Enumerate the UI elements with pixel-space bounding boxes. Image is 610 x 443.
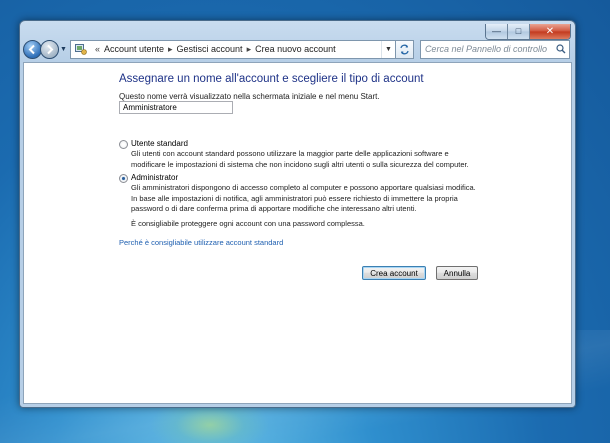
administrator-radio[interactable] [119,174,128,183]
address-dropdown-icon[interactable]: ▼ [380,40,395,58]
account-name-input[interactable] [119,101,233,114]
forward-button[interactable] [40,39,59,59]
create-account-button[interactable]: Crea account [362,266,426,280]
standard-user-label[interactable]: Utente standard [131,139,188,148]
search-icon[interactable] [553,44,569,54]
page-title: Assegnare un nome all'account e sceglier… [119,73,424,85]
maximize-button[interactable]: □ [508,24,530,39]
administrator-description: Gli amministratori dispongono di accesso… [131,183,476,213]
address-overflow[interactable]: « [95,44,100,54]
close-button[interactable]: ✕ [530,24,570,39]
breadcrumb-gestisci-account[interactable]: Gestisci account [177,44,243,54]
navigation-bar: ▼ « Account utente ▸ Gestisci account ▸ … [23,38,572,60]
search-input[interactable]: Cerca nel Pannello di controllo [419,39,570,59]
content-pane: Assegnare un nome all'account e sceglier… [23,62,572,404]
password-note: È consigliabile proteggere ogni account … [131,219,365,228]
address-bar[interactable]: « Account utente ▸ Gestisci account ▸ Cr… [69,39,396,59]
breadcrumb-separator-icon[interactable]: ▸ [247,44,252,55]
refresh-button[interactable] [395,39,414,59]
why-standard-account-link[interactable]: Perché è consigliabile utilizzare accoun… [119,238,283,247]
cancel-button[interactable]: Annulla [436,266,478,280]
search-placeholder: Cerca nel Pannello di controllo [424,44,548,54]
refresh-icon [400,44,409,54]
breadcrumb-separator-icon[interactable]: ▸ [168,44,173,55]
standard-user-description: Gli utenti con account standard possono … [131,149,469,169]
control-panel-icon [74,43,88,55]
standard-user-radio[interactable] [119,140,128,149]
recent-pages-dropdown[interactable]: ▼ [60,46,67,53]
control-panel-window: — □ ✕ ▼ « Account utente ▸ Gestisci acco… [19,20,576,408]
arrow-right-icon [47,44,54,54]
arrow-left-icon [28,44,35,54]
breadcrumb-account-utente[interactable]: Account utente [104,44,164,54]
administrator-label[interactable]: Administrator [131,173,178,182]
breadcrumb-crea-nuovo-account[interactable]: Crea nuovo account [255,44,336,54]
minimize-button[interactable]: — [486,24,508,39]
name-prompt: Questo nome verrà visualizzato nella sch… [119,92,380,101]
